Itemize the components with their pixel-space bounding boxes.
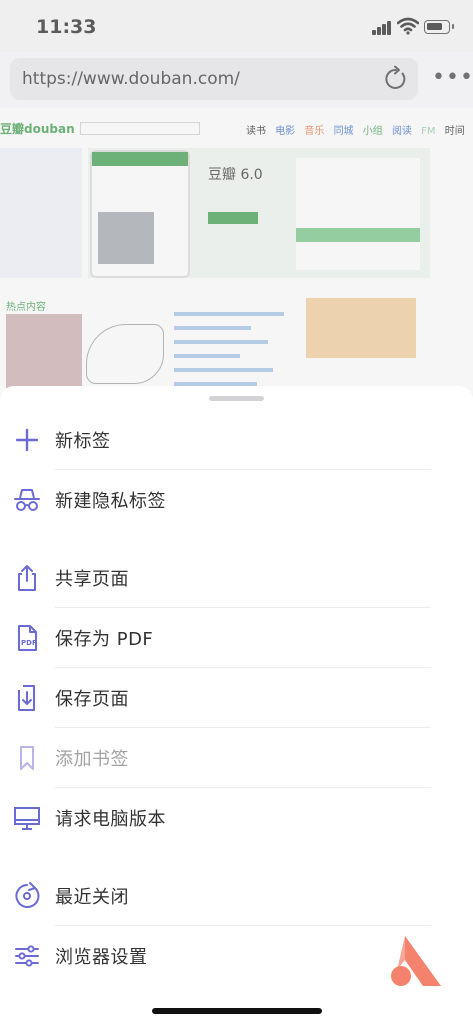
pdf-icon: PDF [18,625,37,651]
incognito-icon [14,489,40,511]
menu-item-label: 浏览器设置 [55,947,148,968]
dim-overlay[interactable] [0,0,473,410]
bookmark-icon [20,746,34,770]
menu-item-request-desktop[interactable]: 请求电脑版本 [0,788,473,848]
menu-item-label: 请求电脑版本 [55,809,166,830]
browser-menu-sheet: 新标签 新建隐私标签 共享页面 PDF 保存为 PDF 保存页面 添加书签 请求… [0,386,473,1024]
menu-item-label: 新标签 [55,431,111,452]
recent-icon [15,882,40,908]
brand-watermark-icon [391,936,441,986]
menu-item-save-pdf[interactable]: PDF 保存为 PDF [0,608,473,668]
settings-sliders-icon [15,945,39,967]
menu-item-share-page[interactable]: 共享页面 [0,548,473,608]
home-indicator[interactable] [152,1008,322,1014]
menu-item-label: 最近关闭 [55,887,129,908]
menu-item-label: 共享页面 [55,569,129,590]
menu-item-label: 保存为 PDF [55,629,154,650]
save-page-icon [18,685,35,711]
menu-item-recently-closed[interactable]: 最近关闭 [0,866,473,926]
svg-text:PDF: PDF [21,639,37,647]
menu-item-new-tab[interactable]: 新标签 [0,410,473,470]
menu-item-label: 新建隐私标签 [55,491,166,512]
sheet-grabber[interactable] [209,396,264,401]
menu-item-new-private-tab[interactable]: 新建隐私标签 [0,470,473,530]
menu-item-add-bookmark[interactable]: 添加书签 [0,728,473,788]
menu-item-label: 保存页面 [55,689,129,710]
plus-icon [15,428,39,452]
share-icon [18,565,36,591]
desktop-icon [14,807,40,830]
menu-item-label: 添加书签 [55,749,129,770]
menu-item-save-page[interactable]: 保存页面 [0,668,473,728]
